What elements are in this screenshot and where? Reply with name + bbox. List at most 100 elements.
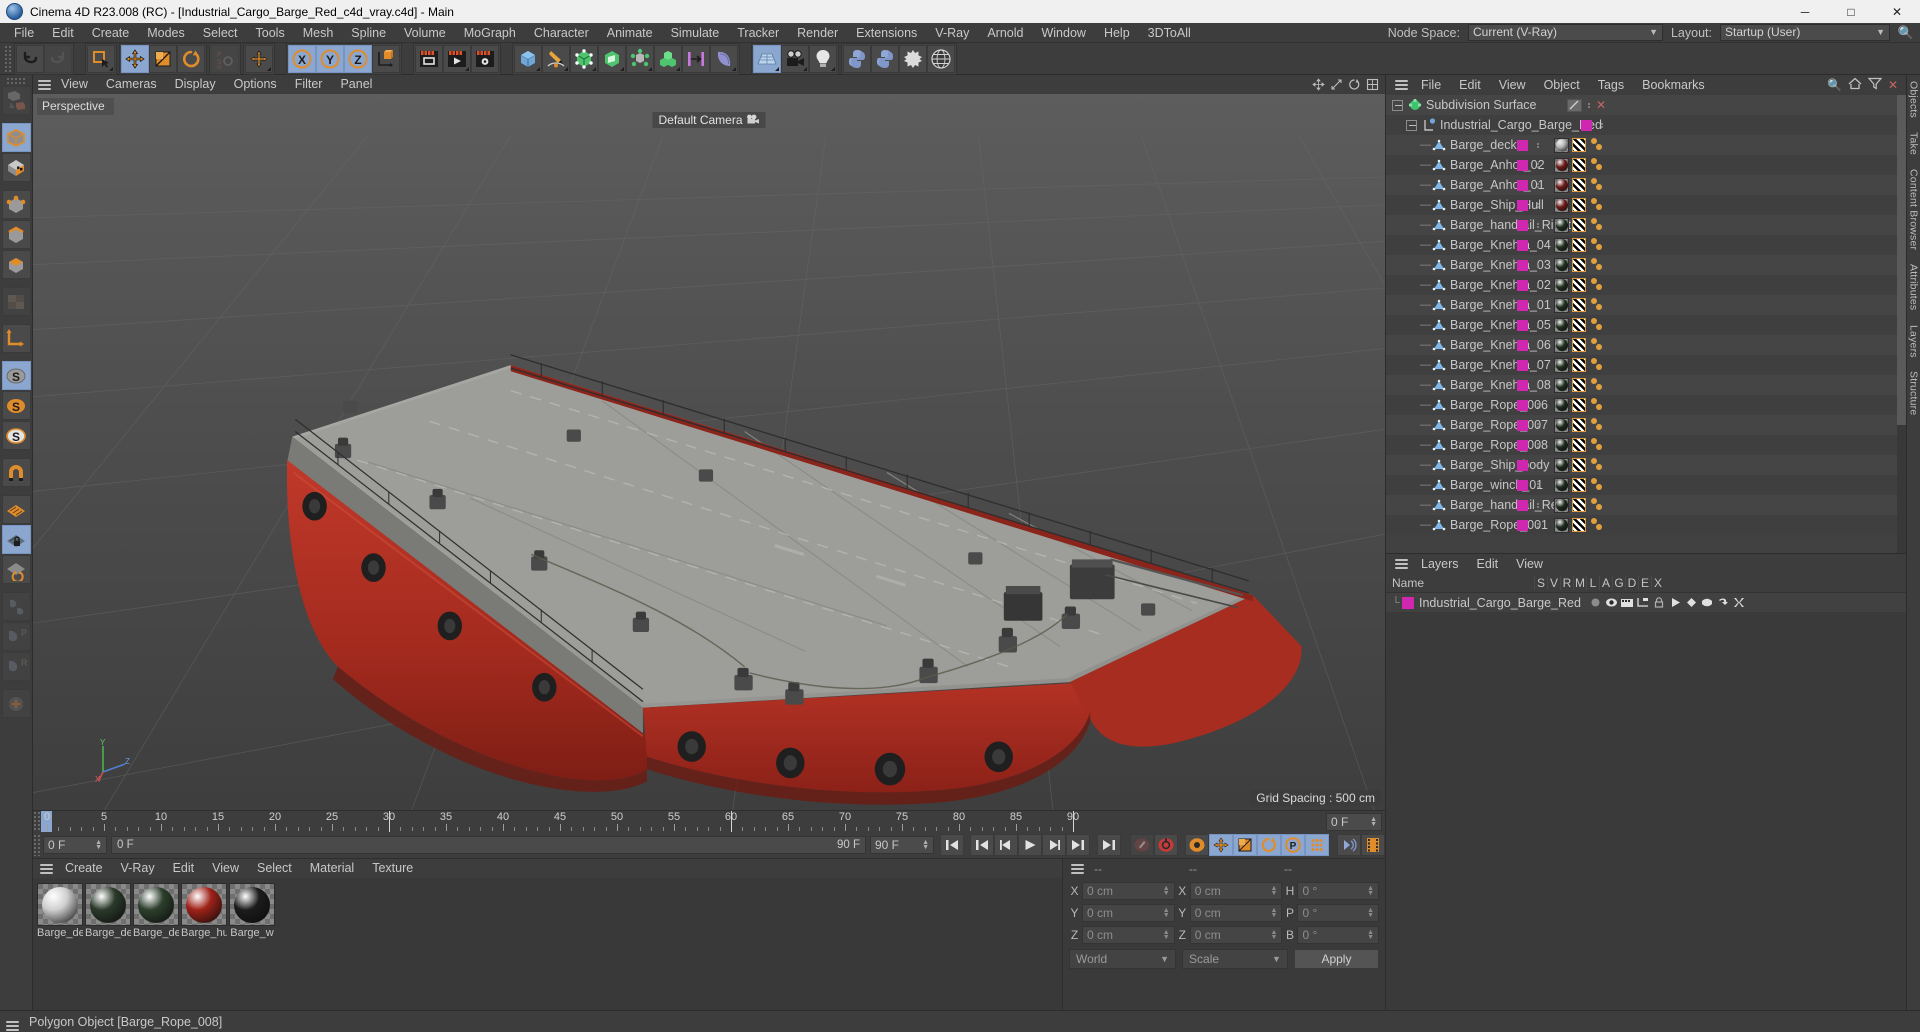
visibility-dots-icon[interactable] xyxy=(1533,182,1542,188)
object-row[interactable]: — Barge_Knehta_05 xyxy=(1386,315,1906,335)
layer-column-l[interactable]: L xyxy=(1586,576,1599,590)
menu-volume[interactable]: Volume xyxy=(395,23,455,43)
python-generator-button[interactable] xyxy=(871,44,899,73)
uvw-tag-icon[interactable] xyxy=(1572,358,1586,372)
layer-color-swatch[interactable] xyxy=(1517,379,1528,391)
material-menu-material[interactable]: Material xyxy=(301,859,363,878)
visibility-dots-icon[interactable] xyxy=(1533,342,1542,348)
menu-file[interactable]: File xyxy=(5,23,43,43)
layer-menu-view[interactable]: View xyxy=(1507,554,1552,574)
timeline-range-bar[interactable]: 0 F 90 F xyxy=(111,835,866,854)
object-row[interactable]: — Barge_Knehta_01 xyxy=(1386,295,1906,315)
globe-web-button[interactable] xyxy=(927,44,955,73)
deformers-icon[interactable] xyxy=(1701,597,1714,608)
quantize-snap-button[interactable]: S xyxy=(1,421,31,450)
mograph-cloner-button[interactable] xyxy=(654,44,682,73)
expand-collapse-icon[interactable] xyxy=(1392,99,1403,111)
phong-tag-icon[interactable] xyxy=(1590,498,1606,512)
add-plugin-button[interactable] xyxy=(1,689,31,718)
go-to-next-key-button[interactable] xyxy=(1066,833,1090,856)
material-thumbnail[interactable] xyxy=(181,883,227,926)
expressions-icon[interactable] xyxy=(1717,597,1730,608)
material-item[interactable]: Barge_de xyxy=(85,883,131,939)
spinner-icon[interactable]: ▲ ▼ xyxy=(1271,907,1278,919)
psr-lock-button[interactable]: PSR xyxy=(211,44,239,73)
material-tag-icon[interactable] xyxy=(1554,237,1569,253)
material-menu-select[interactable]: Select xyxy=(248,859,301,878)
spinner-icon[interactable]: ▲ ▼ xyxy=(1163,929,1170,941)
layer-color-swatch[interactable] xyxy=(1517,239,1528,251)
timeline-filmstrip-button[interactable] xyxy=(1361,833,1385,856)
layer-color-swatch[interactable] xyxy=(1517,299,1528,311)
layer-color-swatch[interactable] xyxy=(1517,159,1528,171)
keyframe-selection-button[interactable] xyxy=(1185,833,1209,856)
phong-tag-icon[interactable] xyxy=(1590,158,1606,172)
close-icon[interactable]: ✕ xyxy=(1888,78,1898,92)
viewport-menu-cameras[interactable]: Cameras xyxy=(97,75,166,94)
dock-tab-content-browser[interactable]: Content Browser xyxy=(1908,169,1920,250)
uvw-tag-icon[interactable] xyxy=(1572,158,1586,172)
menu-simulate[interactable]: Simulate xyxy=(662,23,729,43)
layer-color-swatch[interactable] xyxy=(1517,439,1528,451)
visibility-dots-icon[interactable] xyxy=(1533,142,1542,148)
solo-icon[interactable] xyxy=(1589,597,1602,608)
delete-icon[interactable]: ✕ xyxy=(1594,98,1606,112)
viewport-menu-view[interactable]: View xyxy=(52,75,97,94)
visibility-dots-icon[interactable] xyxy=(1533,502,1542,508)
node-space-select[interactable]: Current (V-Ray) ▼ xyxy=(1467,24,1663,41)
layer-color-swatch[interactable] xyxy=(1517,399,1528,411)
viewport-3d[interactable]: Perspective Default Camera Grid Spacing … xyxy=(33,94,1385,810)
visibility-dots-icon[interactable] xyxy=(1533,222,1542,228)
phong-tag-icon[interactable] xyxy=(1590,418,1606,432)
spinner-icon[interactable]: ▲ ▼ xyxy=(1364,816,1377,828)
phong-tag-icon[interactable] xyxy=(1590,258,1606,272)
visibility-dots-icon[interactable] xyxy=(1533,522,1542,528)
uvw-tag-icon[interactable] xyxy=(1572,258,1586,272)
record-scale-button[interactable] xyxy=(1233,833,1257,856)
layer-color-swatch[interactable] xyxy=(1517,259,1528,271)
timeline-grip[interactable] xyxy=(33,811,41,832)
visibility-dots-icon[interactable] xyxy=(1533,322,1542,328)
material-menu-view[interactable]: View xyxy=(203,859,248,878)
object-row[interactable]: — Barge_Anhor_02 xyxy=(1386,155,1906,175)
menu-edit[interactable]: Edit xyxy=(43,23,83,43)
uvw-tag-icon[interactable] xyxy=(1572,338,1586,352)
menu-modes[interactable]: Modes xyxy=(138,23,194,43)
visible-icon[interactable] xyxy=(1605,597,1618,608)
viewport-menu-display[interactable]: Display xyxy=(166,75,225,94)
object-list[interactable]: Subdivision Surface ✕ Industrial_Cargo_Bar… xyxy=(1386,95,1906,553)
apply-button[interactable]: Apply xyxy=(1293,949,1379,969)
lock-z-axis-button[interactable]: Z xyxy=(344,44,372,73)
render-view-button[interactable] xyxy=(415,44,443,73)
layer-color-swatch[interactable] xyxy=(1517,219,1528,231)
layer-menu-layers[interactable]: Layers xyxy=(1412,554,1468,574)
toolbar-grip[interactable] xyxy=(4,44,11,73)
material-tag-icon[interactable] xyxy=(1554,177,1569,193)
redo-button[interactable] xyxy=(44,44,72,73)
uvw-tag-icon[interactable] xyxy=(1572,138,1586,152)
xrefs-icon[interactable] xyxy=(1733,597,1746,608)
menu-arnold[interactable]: Arnold xyxy=(978,23,1032,43)
phong-tag-icon[interactable] xyxy=(1590,218,1606,232)
material-tag-icon[interactable] xyxy=(1554,317,1569,333)
material-grid[interactable]: Barge_de Barge_de Barge_de Barge_hu Barge_w xyxy=(33,878,1062,1010)
lock-x-axis-button[interactable]: X xyxy=(288,44,316,73)
coordinate-space-select[interactable]: World ▼ xyxy=(1069,949,1177,969)
layout-select[interactable]: Startup (User) ▼ xyxy=(1720,24,1890,41)
go-to-end-button[interactable] xyxy=(1097,833,1121,856)
phong-tag-icon[interactable] xyxy=(1590,138,1606,152)
step-back-button[interactable] xyxy=(994,833,1018,856)
phong-tag-icon[interactable] xyxy=(1590,238,1606,252)
floor-environment-button[interactable] xyxy=(753,44,781,73)
go-to-start-button[interactable] xyxy=(940,833,964,856)
close-button[interactable]: ✕ xyxy=(1874,0,1920,23)
spinner-icon[interactable]: ▲ ▼ xyxy=(1367,885,1374,897)
layer-color-swatch[interactable] xyxy=(1517,139,1528,151)
material-tag-icon[interactable] xyxy=(1554,397,1569,413)
material-thumbnail[interactable] xyxy=(133,883,179,926)
lock-icon[interactable] xyxy=(1653,597,1666,608)
menu-mograph[interactable]: MoGraph xyxy=(455,23,525,43)
edge-mode-button[interactable] xyxy=(1,220,31,249)
model-mode-button[interactable] xyxy=(1,123,31,152)
record-position-button[interactable] xyxy=(1209,833,1233,856)
